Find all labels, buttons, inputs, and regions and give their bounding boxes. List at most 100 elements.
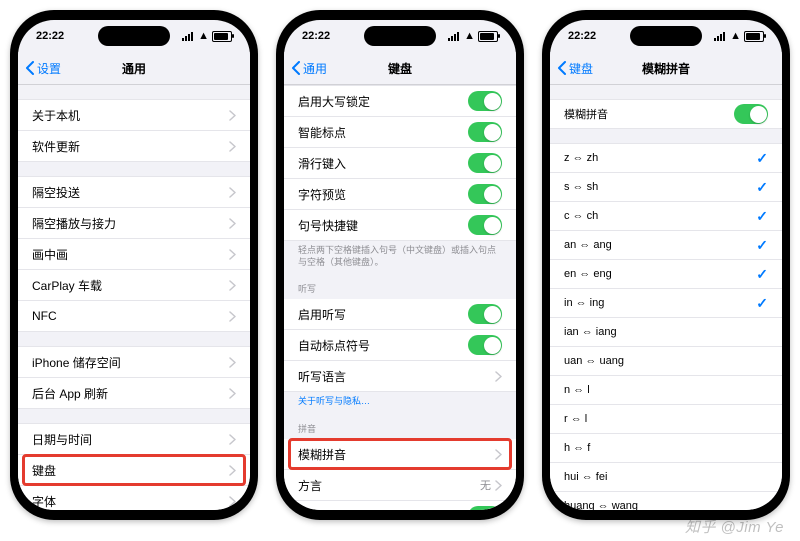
wifi-icon: ▲ xyxy=(730,30,741,42)
section-header: 拼音 xyxy=(284,422,516,439)
chevron-left-icon xyxy=(556,61,568,75)
row-label: 后台 App 刷新 xyxy=(32,385,108,402)
keyboard-settings-list[interactable]: 启用大写锁定智能标点滑行键入字符预览句号快捷键轻点两下空格键插入句号（中文键盘）… xyxy=(284,85,516,510)
back-button-keyboard[interactable]: 键盘 xyxy=(556,60,593,77)
settings-row[interactable]: 字体 xyxy=(18,486,250,510)
settings-row[interactable]: 方言 无 xyxy=(284,470,516,501)
settings-row[interactable]: 键盘 xyxy=(18,455,250,486)
clock: 22:22 xyxy=(302,30,330,42)
settings-row[interactable]: r ⇔ l xyxy=(550,405,782,434)
settings-row[interactable]: 智能标点 xyxy=(284,117,516,148)
settings-list[interactable]: 关于本机软件更新隔空投送隔空播放与接力画中画 CarPlay 车载 NFC iPhon… xyxy=(18,85,250,510)
settings-row[interactable]: ian ⇔ iang xyxy=(550,318,782,347)
settings-row[interactable]: 启用大写锁定 xyxy=(284,85,516,117)
settings-row[interactable]: 字符预览 xyxy=(284,179,516,210)
switch[interactable] xyxy=(468,122,502,142)
back-button-settings[interactable]: 设置 xyxy=(24,60,61,77)
section-header: 听写 xyxy=(284,282,516,299)
row-label: h ⇔ f xyxy=(564,442,590,454)
chevron-right-icon xyxy=(495,449,502,460)
settings-row[interactable]: s ⇔ sh✓ xyxy=(550,173,782,202)
switch[interactable] xyxy=(468,335,502,355)
settings-row[interactable]: 日期与时间 xyxy=(18,423,250,455)
dynamic-island xyxy=(364,26,436,46)
settings-row[interactable]: 启用听写 xyxy=(284,299,516,330)
iphone-frame: 22:22 ▲ 通用 键盘 启用大写锁定智能标点滑行键入字符预览句号快捷键轻点两… xyxy=(276,10,524,520)
wifi-icon: ▲ xyxy=(464,30,475,42)
settings-row[interactable]: huang ⇔ wang xyxy=(550,492,782,510)
settings-row[interactable]: 模糊拼音 xyxy=(284,439,516,470)
settings-row[interactable]: 关于本机 xyxy=(18,99,250,131)
row-label: iPhone 储存空间 xyxy=(32,354,121,371)
chevron-right-icon xyxy=(229,388,236,399)
settings-row[interactable]: 句号快捷键 xyxy=(284,210,516,241)
chevron-right-icon xyxy=(229,218,236,229)
row-label: 画中画 xyxy=(32,246,68,263)
checkmark-icon: ✓ xyxy=(756,150,768,167)
watermark: 知乎 @Jim Ye xyxy=(685,516,784,537)
cell-signal-icon xyxy=(714,32,727,41)
screenshot-row: 22:22 ▲ 设置 通用 关于本机软件更新隔空投送隔空播放与接力画中画 CarP… xyxy=(10,10,790,520)
switch[interactable] xyxy=(468,91,502,111)
settings-row[interactable]: 隔空投送 xyxy=(18,176,250,208)
checkmark-icon: ✓ xyxy=(756,237,768,254)
row-label: 启用大写锁定 xyxy=(298,93,370,110)
iphone-frame: 22:22 ▲ 设置 通用 关于本机软件更新隔空投送隔空播放与接力画中画CarP… xyxy=(10,10,258,520)
fuzzy-pinyin-list[interactable]: 模糊拼音z ⇔ zh✓s ⇔ sh✓c ⇔ ch✓an ⇔ ang✓en ⇔ e… xyxy=(550,85,782,510)
row-label: CarPlay 车载 xyxy=(32,277,102,294)
settings-row[interactable]: z ⇔ zh ✓ xyxy=(550,143,782,173)
switch[interactable] xyxy=(468,506,502,510)
settings-row[interactable]: 空格键确认 xyxy=(284,501,516,510)
row-value: 无 xyxy=(480,477,491,493)
row-label: 关于本机 xyxy=(32,107,80,124)
settings-row[interactable]: an ⇔ ang✓ xyxy=(550,231,782,260)
settings-row[interactable]: 滑行键入 xyxy=(284,148,516,179)
switch[interactable] xyxy=(468,304,502,324)
settings-row[interactable]: 听写语言 xyxy=(284,361,516,392)
settings-row[interactable]: en ⇔ eng✓ xyxy=(550,260,782,289)
settings-row[interactable]: CarPlay 车载 xyxy=(18,270,250,301)
navigation-bar: 通用 键盘 xyxy=(284,52,516,85)
row-label: n ⇔ l xyxy=(564,384,590,396)
settings-row[interactable]: c ⇔ ch✓ xyxy=(550,202,782,231)
settings-row[interactable]: n ⇔ l xyxy=(550,376,782,405)
chevron-left-icon xyxy=(24,61,36,75)
chevron-right-icon xyxy=(495,371,502,382)
settings-row[interactable]: iPhone 储存空间 xyxy=(18,346,250,378)
settings-row[interactable]: hui ⇔ fei xyxy=(550,463,782,492)
row-label: 空格键确认 xyxy=(298,508,358,510)
chevron-right-icon xyxy=(229,280,236,291)
chevron-left-icon xyxy=(290,61,302,75)
settings-row[interactable]: 画中画 xyxy=(18,239,250,270)
row-label: 听写语言 xyxy=(298,368,346,385)
checkmark-icon: ✓ xyxy=(756,208,768,225)
row-label: s ⇔ sh xyxy=(564,181,598,193)
switch[interactable] xyxy=(468,215,502,235)
settings-row[interactable]: uan ⇔ uang xyxy=(550,347,782,376)
row-label: in ⇔ ing xyxy=(564,297,604,309)
page-title: 键盘 xyxy=(388,60,412,77)
chevron-right-icon xyxy=(229,187,236,198)
navigation-bar: 设置 通用 xyxy=(18,52,250,85)
row-label: 方言 xyxy=(298,477,322,494)
row-label: z ⇔ zh xyxy=(564,152,598,164)
row-label: r ⇔ l xyxy=(564,413,587,425)
settings-row[interactable]: in ⇔ ing✓ xyxy=(550,289,782,318)
dynamic-island xyxy=(630,26,702,46)
cell-signal-icon xyxy=(182,32,195,41)
switch[interactable] xyxy=(468,153,502,173)
row-label: uan ⇔ uang xyxy=(564,355,624,367)
settings-row[interactable]: NFC xyxy=(18,301,250,332)
settings-row[interactable]: 后台 App 刷新 xyxy=(18,378,250,409)
settings-row[interactable]: 自动标点符号 xyxy=(284,330,516,361)
back-button-general[interactable]: 通用 xyxy=(290,60,327,77)
switch[interactable] xyxy=(734,104,768,124)
switch[interactable] xyxy=(468,184,502,204)
settings-row[interactable]: h ⇔ f xyxy=(550,434,782,463)
settings-row[interactable]: 模糊拼音 xyxy=(550,99,782,129)
chevron-right-icon xyxy=(229,465,236,476)
settings-row[interactable]: 软件更新 xyxy=(18,131,250,162)
section-footer-link[interactable]: 关于听写与隐私… xyxy=(284,392,516,408)
row-label: NFC xyxy=(32,309,57,323)
settings-row[interactable]: 隔空播放与接力 xyxy=(18,208,250,239)
